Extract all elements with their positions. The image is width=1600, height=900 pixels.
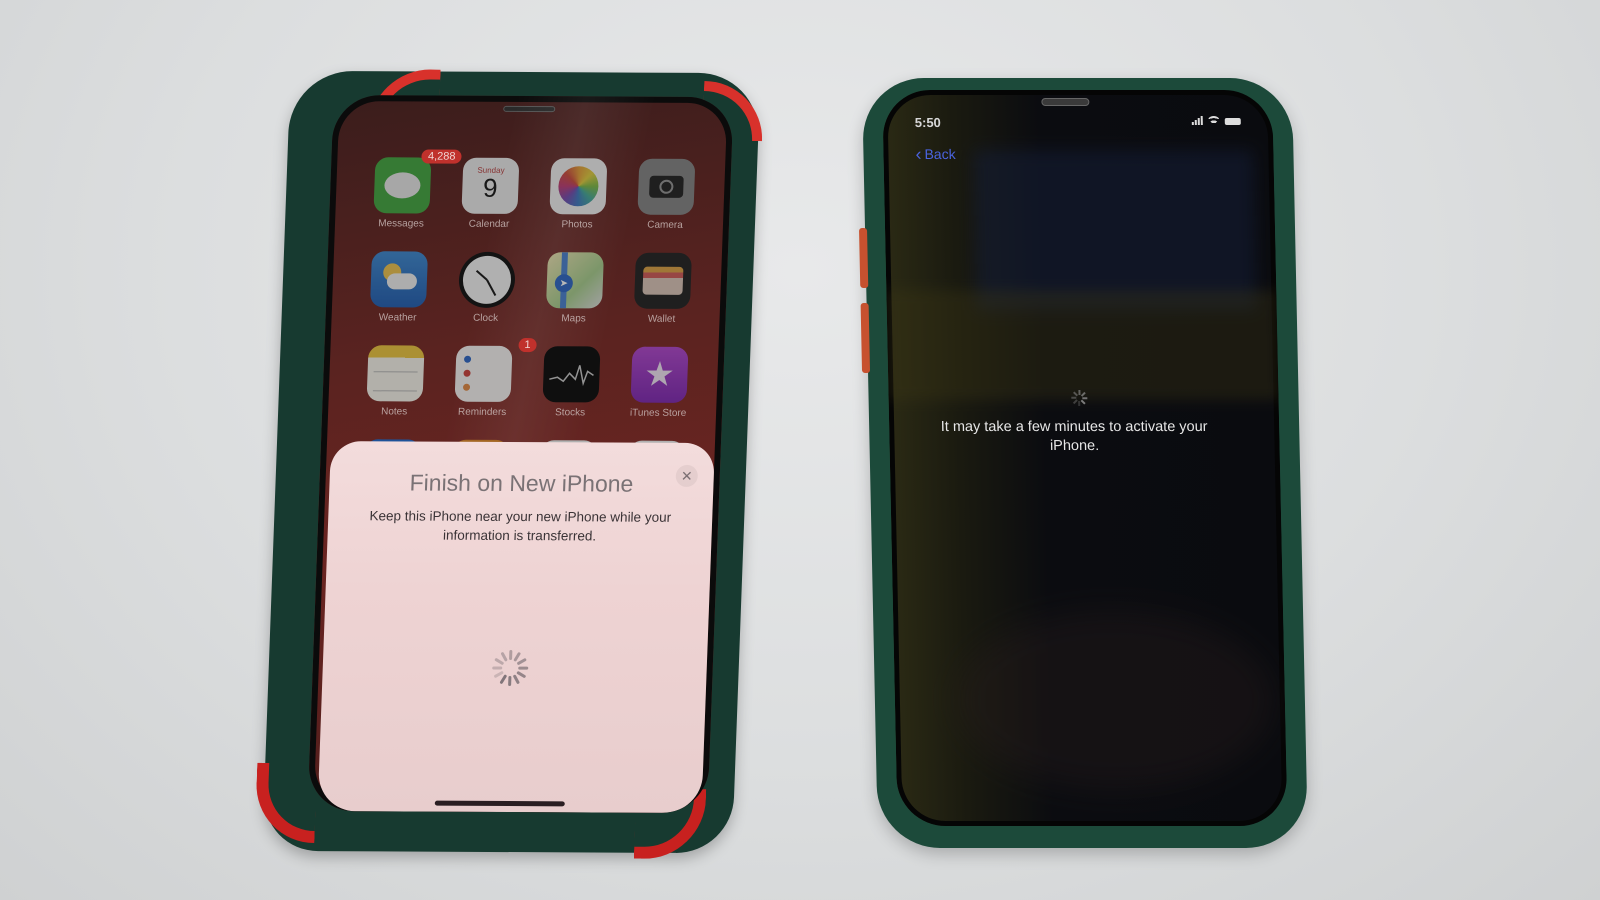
calendar-icon: Sunday 9 — [461, 157, 520, 214]
app-notes[interactable]: Notes — [350, 345, 441, 417]
photos-icon — [549, 158, 608, 215]
messages-icon — [373, 157, 432, 214]
case-bumper-bottom-left — [254, 762, 318, 844]
spinner-spoke — [492, 666, 503, 670]
wallet-icon — [633, 252, 692, 309]
earpiece-speaker — [1041, 98, 1090, 106]
spinner-spoke — [1073, 399, 1078, 405]
spinner-spoke — [508, 676, 512, 687]
spinner-spoke — [509, 650, 513, 661]
home-indicator[interactable] — [434, 800, 565, 807]
calendar-date: 9 — [482, 172, 499, 203]
itunes-store-icon: ★ — [630, 346, 689, 403]
app-label: Notes — [380, 406, 408, 418]
spinner-spoke — [516, 670, 527, 679]
spinner-spoke — [1071, 397, 1077, 399]
spinner-spoke — [518, 666, 529, 670]
app-camera[interactable]: Camera — [621, 158, 712, 231]
spinner-spoke — [1080, 391, 1086, 397]
app-weather[interactable]: Weather — [353, 251, 444, 323]
activity-spinner-icon — [492, 650, 529, 687]
app-label: Clock — [472, 312, 499, 324]
app-itunes-store[interactable]: ★ iTunes Store — [614, 346, 705, 419]
screen-reflection — [886, 290, 1279, 400]
spinner-spoke — [1078, 401, 1081, 406]
app-reminders[interactable]: 1 Reminders — [438, 338, 537, 418]
app-label: Weather — [378, 312, 417, 324]
app-wallet[interactable]: Wallet — [617, 252, 708, 325]
app-label: Messages — [378, 218, 425, 230]
sheet-description: Keep this iPhone near your new iPhone wh… — [369, 508, 672, 544]
reminders-icon — [454, 345, 513, 402]
spinner-spoke — [499, 674, 508, 685]
spinner-spoke — [1078, 390, 1081, 395]
clock-icon — [457, 251, 516, 308]
app-messages[interactable]: 4,288 Messages — [357, 149, 462, 230]
spinner-spoke — [512, 674, 520, 685]
screen-reflection — [973, 150, 1257, 310]
app-clock[interactable]: Clock — [441, 251, 532, 324]
quick-start-sheet: ✕ Finish on New iPhone Keep this iPhone … — [317, 441, 715, 814]
spinner-spoke — [1073, 391, 1078, 397]
app-photos[interactable]: Photos — [533, 158, 624, 230]
app-stocks[interactable]: Stocks — [526, 346, 617, 418]
chevron-left-icon: ‹ — [915, 144, 922, 164]
volume-button — [859, 228, 869, 288]
app-label: Stocks — [554, 407, 586, 419]
volume-button — [860, 303, 871, 373]
status-bar-time: 5:50 — [914, 115, 941, 130]
screen-reflection — [953, 610, 1277, 790]
activity-spinner-icon — [1071, 390, 1088, 406]
old-iphone-screen: 4,288 Messages Sunday 9 Calendar Photos … — [307, 95, 734, 814]
notification-badge: 1 — [518, 338, 537, 353]
app-label: Camera — [646, 219, 683, 231]
old-iphone: 4,288 Messages Sunday 9 Calendar Photos … — [254, 69, 765, 860]
activation-message: It may take a few minutes to activate yo… — [940, 419, 1208, 454]
wifi-icon — [1207, 116, 1221, 125]
app-maps[interactable]: ➤ Maps — [529, 252, 620, 324]
new-iphone-screen: 5:50 ‹ Back It may take a few minutes to… — [882, 90, 1288, 826]
notification-badge: 4,288 — [421, 149, 462, 164]
spinner-spoke — [1082, 397, 1088, 399]
app-label: iTunes Store — [629, 407, 687, 419]
new-iphone: 5:50 ‹ Back It may take a few minutes to… — [859, 78, 1308, 848]
sheet-title: Finish on New iPhone — [409, 469, 634, 497]
app-label: Wallet — [647, 313, 676, 325]
status-bar-icons — [1191, 116, 1241, 125]
notes-icon — [366, 345, 425, 402]
maps-icon: ➤ — [545, 252, 604, 309]
app-calendar[interactable]: Sunday 9 Calendar — [445, 157, 536, 230]
weather-icon — [369, 251, 429, 308]
spinner-spoke — [516, 657, 527, 666]
stocks-icon — [542, 346, 601, 403]
cellular-signal-icon — [1191, 116, 1203, 125]
spinner-spoke — [1080, 399, 1086, 405]
app-label: Reminders — [457, 406, 507, 418]
battery-icon — [1224, 118, 1241, 125]
app-label: Maps — [561, 313, 586, 325]
app-label: Calendar — [468, 218, 510, 230]
app-label: Photos — [561, 219, 593, 231]
back-button[interactable]: ‹ Back — [915, 144, 956, 164]
back-label: Back — [924, 146, 956, 162]
camera-icon — [637, 158, 696, 215]
